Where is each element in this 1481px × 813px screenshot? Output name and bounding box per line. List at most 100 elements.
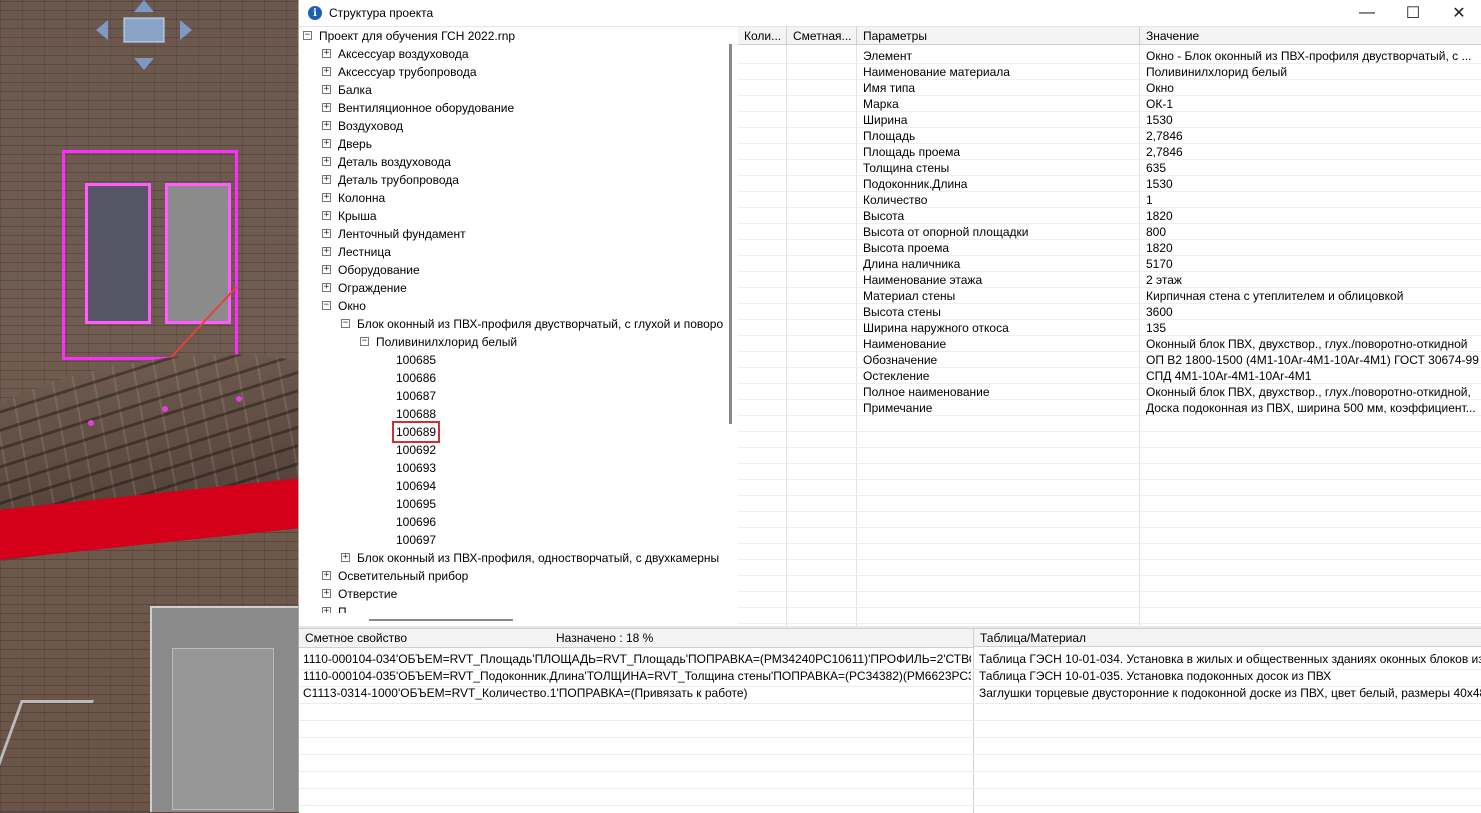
tree-element-id[interactable]: 100692 xyxy=(396,441,436,459)
parameter-row[interactable]: Остекление СПД 4М1-10Ar-4М1-10Ar-4М1 xyxy=(738,368,1481,384)
parameter-row[interactable]: Имя типа Окно xyxy=(738,80,1481,96)
grid-line xyxy=(738,431,1481,432)
tree-horizontal-scrollbar[interactable] xyxy=(369,619,513,621)
parameter-value: ОК-1 xyxy=(1146,97,1173,111)
tree-element-id-selected[interactable]: 100689 xyxy=(391,421,441,443)
parameter-row[interactable]: Элемент Окно - Блок оконный из ПВХ-профил… xyxy=(738,48,1481,64)
grid-line xyxy=(738,319,1481,320)
parameter-row[interactable]: Марка ОК-1 xyxy=(738,96,1481,112)
tree-element-id[interactable]: 100688 xyxy=(396,405,436,423)
expand-icon[interactable]: + xyxy=(322,607,331,613)
tree-element-id[interactable]: 100685 xyxy=(396,351,436,369)
parameter-value: 3600 xyxy=(1146,305,1173,319)
parameter-row[interactable]: Полное наименование Оконный блок ПВХ, дву… xyxy=(738,384,1481,400)
parameter-value: 135 xyxy=(1146,321,1167,335)
parameter-name: Высота от опорной площадки xyxy=(863,225,1029,239)
estimate-properties-panel[interactable]: Сметное свойство Назначено : 18 % Таблиц… xyxy=(299,628,1481,813)
parameter-row[interactable]: Высота стены 3600 xyxy=(738,304,1481,320)
tree-vertical-scrollbar[interactable] xyxy=(729,44,732,424)
parameter-value: 2,7846 xyxy=(1146,129,1183,143)
estimate-property-row[interactable]: 1110-000104-035'ОБЪЕМ=RVT_Подоконник.Дли… xyxy=(303,668,971,685)
expand-icon[interactable]: + xyxy=(322,247,331,256)
parameter-row[interactable]: Высота 1820 xyxy=(738,208,1481,224)
table-material-cell[interactable]: Заглушки торцевые двусторонние к подокон… xyxy=(979,685,1481,702)
grid-line xyxy=(738,351,1481,352)
parameter-row[interactable]: Наименование Оконный блок ПВХ, двухствор.… xyxy=(738,336,1481,352)
parameter-row[interactable]: Высота от опорной площадки 800 xyxy=(738,224,1481,240)
expand-icon[interactable]: + xyxy=(322,103,331,112)
expand-icon[interactable]: + xyxy=(322,193,331,202)
close-button[interactable]: ✕ xyxy=(1436,0,1481,26)
parameter-value: 2 этаж xyxy=(1146,273,1182,287)
grid-line xyxy=(299,771,1481,772)
estimate-property-row[interactable]: С1113-0314-1000'ОБЪЕМ=RVT_Количество.1'П… xyxy=(303,685,971,702)
expand-icon[interactable]: + xyxy=(322,211,331,220)
parameter-row[interactable]: Ширина 1530 xyxy=(738,112,1481,128)
parameters-grid[interactable]: Коли... Сметная... Параметры Значение Эл… xyxy=(738,27,1481,627)
expand-icon[interactable]: + xyxy=(322,283,331,292)
maximize-button[interactable]: ☐ xyxy=(1390,0,1436,26)
tree-element-id[interactable]: 100686 xyxy=(396,369,436,387)
expand-icon[interactable]: + xyxy=(322,265,331,274)
column-header-estimate-property[interactable]: Сметное свойство xyxy=(305,629,407,647)
expand-icon[interactable]: + xyxy=(322,175,331,184)
grid-line xyxy=(738,399,1481,400)
column-header-table-material[interactable]: Таблица/Материал xyxy=(974,629,1481,647)
tree-element-id[interactable]: 100697 xyxy=(396,531,436,549)
expand-icon[interactable]: + xyxy=(322,85,331,94)
tree-element-id[interactable]: 100693 xyxy=(396,459,436,477)
expand-icon[interactable]: + xyxy=(322,49,331,58)
column-header-estimate[interactable]: Сметная... xyxy=(787,27,857,45)
parameter-row[interactable]: Ширина наружного откоса 135 xyxy=(738,320,1481,336)
parameter-row[interactable]: Примечание Доска подоконная из ПВХ, ширин… xyxy=(738,400,1481,416)
3d-viewport[interactable] xyxy=(0,0,298,812)
project-tree[interactable]: − Проект для обучения ГСН 2022.rnp + Аксе… xyxy=(299,27,729,613)
column-header-value[interactable]: Значение xyxy=(1140,27,1481,45)
expand-icon[interactable]: + xyxy=(322,121,331,130)
minimize-button[interactable]: — xyxy=(1344,0,1390,26)
tree-element-id[interactable]: 100696 xyxy=(396,513,436,531)
table-material-cell[interactable]: Таблица ГЭСН 10-01-034. Установка в жилы… xyxy=(979,651,1481,668)
column-header-quantity[interactable]: Коли... xyxy=(738,27,787,45)
parameter-row[interactable]: Площадь проема 2,7846 xyxy=(738,144,1481,160)
parameter-row[interactable]: Материал стены Кирпичная стена с утеплите… xyxy=(738,288,1481,304)
selected-window-3d[interactable] xyxy=(62,150,238,360)
parameter-row[interactable]: Обозначение ОП В2 1800-1500 (4М1-10Ar-4М1… xyxy=(738,352,1481,368)
expand-icon[interactable]: + xyxy=(341,553,350,562)
parameter-row[interactable]: Длина наличника 5170 xyxy=(738,256,1481,272)
tree-element-id[interactable]: 100687 xyxy=(396,387,436,405)
parameter-row[interactable]: Количество 1 xyxy=(738,192,1481,208)
expand-icon[interactable]: + xyxy=(322,229,331,238)
grid-line xyxy=(299,720,1481,721)
parameter-value: 1530 xyxy=(1146,113,1173,127)
expand-icon[interactable]: + xyxy=(322,157,331,166)
parameter-row[interactable]: Площадь 2,7846 xyxy=(738,128,1481,144)
collapse-icon[interactable]: − xyxy=(322,301,331,310)
expand-icon[interactable]: + xyxy=(322,139,331,148)
project-structure-window: i Структура проекта — ☐ ✕ − Проект для о… xyxy=(298,0,1481,813)
parameter-name: Длина наличника xyxy=(863,257,961,271)
tree-element-id[interactable]: 100694 xyxy=(396,477,436,495)
expand-icon[interactable]: + xyxy=(322,571,331,580)
parameter-row[interactable]: Высота проема 1820 xyxy=(738,240,1481,256)
view-cube-icon[interactable] xyxy=(96,0,192,70)
collapse-icon[interactable]: − xyxy=(360,337,369,346)
grid-line xyxy=(738,271,1481,272)
column-header-parameters[interactable]: Параметры xyxy=(857,27,1140,45)
parameter-value: Оконный блок ПВХ, двухствор., глух./пово… xyxy=(1146,385,1471,399)
tree-element-id[interactable]: 100695 xyxy=(396,495,436,513)
parameter-name: Толщина стены xyxy=(863,161,950,175)
parameter-name: Высота стены xyxy=(863,305,941,319)
parameter-row[interactable]: Наименование материала Поливинилхлорид бе… xyxy=(738,64,1481,80)
grid-line xyxy=(738,511,1481,512)
estimate-property-row[interactable]: 1110-000104-034'ОБЪЕМ=RVT_Площадь'ПЛОЩАД… xyxy=(303,651,971,668)
parameter-row[interactable]: Наименование этажа 2 этаж xyxy=(738,272,1481,288)
parameter-row[interactable]: Подоконник.Длина 1530 xyxy=(738,176,1481,192)
table-material-cell[interactable]: Таблица ГЭСН 10-01-035. Установка подоко… xyxy=(979,668,1481,685)
expand-icon[interactable]: + xyxy=(322,67,331,76)
collapse-icon[interactable]: − xyxy=(341,319,350,328)
collapse-icon[interactable]: − xyxy=(303,31,312,40)
roof-marker xyxy=(236,396,242,402)
parameter-row[interactable]: Толщина стены 635 xyxy=(738,160,1481,176)
expand-icon[interactable]: + xyxy=(322,589,331,598)
